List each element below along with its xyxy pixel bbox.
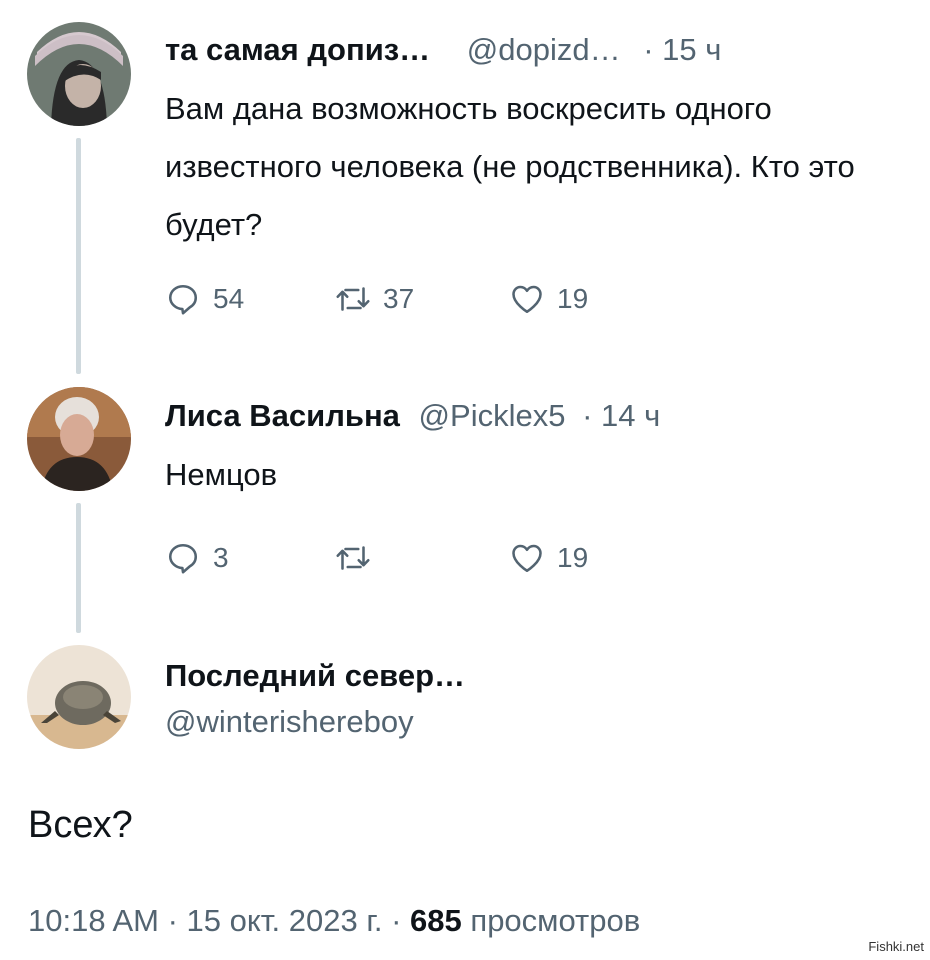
avatar[interactable] xyxy=(27,22,131,126)
avatar-image xyxy=(27,645,131,749)
tweet-actions: 54 37 19 xyxy=(165,279,645,319)
tweet-text: Немцов xyxy=(165,457,278,492)
thread-line xyxy=(76,138,81,374)
retweet-icon xyxy=(336,546,370,570)
like-count: 19 xyxy=(557,542,589,573)
main-tweet-text: Всех? xyxy=(28,804,133,846)
tweet-time[interactable]: · 15 ч xyxy=(643,32,721,67)
author-handle[interactable]: @winterishereboy xyxy=(165,702,414,742)
reply-count: 54 xyxy=(213,283,245,314)
author-name[interactable]: Лиса Васильна xyxy=(165,398,400,433)
views-label: просмотров xyxy=(470,903,641,938)
tweet-time[interactable]: · 14 ч xyxy=(582,398,660,433)
avatar[interactable] xyxy=(27,645,131,749)
retweet-button[interactable] xyxy=(335,538,383,578)
avatar-image xyxy=(27,22,131,126)
tweet-meta: 10:18 AM · 15 окт. 2023 г. · 685 просмот… xyxy=(28,897,640,945)
reply-icon xyxy=(168,284,198,315)
tweet-actions: 3 19 xyxy=(165,538,645,578)
avatar[interactable] xyxy=(27,387,131,491)
author-handle[interactable]: @Picklex5 xyxy=(419,398,566,433)
reply-count: 3 xyxy=(213,542,229,573)
reply-icon xyxy=(168,543,198,574)
tweet-text: Вам дана возможность воскресить одного и… xyxy=(165,91,855,242)
like-button[interactable]: 19 xyxy=(509,538,588,578)
tweet-timestamp[interactable]: 10:18 AM · 15 окт. 2023 г. · xyxy=(28,903,401,938)
like-count: 19 xyxy=(557,283,589,314)
watermark: Fishki.net xyxy=(868,939,924,954)
author-name[interactable]: Последний север… xyxy=(165,656,465,696)
author-handle[interactable]: @dopizd… xyxy=(467,32,621,67)
views-count: 685 xyxy=(410,903,462,938)
retweet-count: 37 xyxy=(383,283,415,314)
tweet-header: та самая допиз… @dopizd… · 15 ч xyxy=(165,30,721,70)
like-button[interactable]: 19 xyxy=(509,279,588,319)
retweet-icon xyxy=(336,287,370,311)
avatar-image xyxy=(27,387,131,491)
heart-icon xyxy=(512,544,542,573)
reply-button[interactable]: 3 xyxy=(165,538,229,578)
reply-button[interactable]: 54 xyxy=(165,279,244,319)
author-name[interactable]: та самая допиз… xyxy=(165,32,430,67)
tweet-header: Лиса Васильна @Picklex5 · 14 ч xyxy=(165,396,660,436)
retweet-button[interactable]: 37 xyxy=(335,279,414,319)
thread-line xyxy=(76,503,81,633)
heart-icon xyxy=(512,285,542,314)
